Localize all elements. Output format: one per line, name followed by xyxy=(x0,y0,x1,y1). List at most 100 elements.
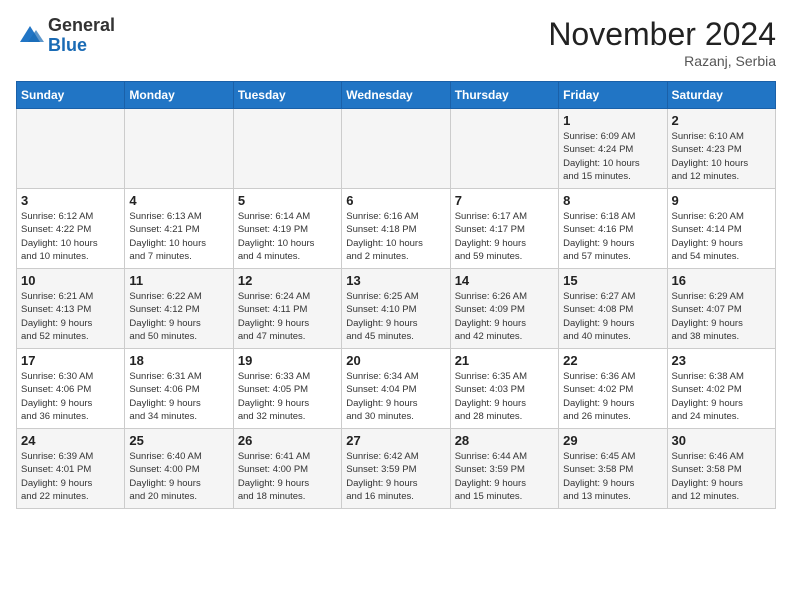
day-info: Sunrise: 6:46 AM Sunset: 3:58 PM Dayligh… xyxy=(672,450,771,503)
weekday-header-row: SundayMondayTuesdayWednesdayThursdayFrid… xyxy=(17,82,776,109)
day-number: 9 xyxy=(672,193,771,208)
day-number: 17 xyxy=(21,353,120,368)
day-info: Sunrise: 6:18 AM Sunset: 4:16 PM Dayligh… xyxy=(563,210,662,263)
day-number: 11 xyxy=(129,273,228,288)
day-info: Sunrise: 6:12 AM Sunset: 4:22 PM Dayligh… xyxy=(21,210,120,263)
day-number: 14 xyxy=(455,273,554,288)
calendar-day-cell: 24 Sunrise: 6:39 AM Sunset: 4:01 PM Dayli… xyxy=(17,429,125,509)
day-number: 5 xyxy=(238,193,337,208)
day-info: Sunrise: 6:14 AM Sunset: 4:19 PM Dayligh… xyxy=(238,210,337,263)
day-number: 8 xyxy=(563,193,662,208)
calendar-week-row: 17Sunrise: 6:30 AM Sunset: 4:06 PM Dayli… xyxy=(17,349,776,429)
logo-icon xyxy=(16,22,44,50)
day-number: 2 xyxy=(672,113,771,128)
day-info: Sunrise: 6:41 AM Sunset: 4:00 PM Dayligh… xyxy=(238,450,337,503)
calendar-day-cell: 22 Sunrise: 6:36 AM Sunset: 4:02 PM Dayli… xyxy=(559,349,667,429)
calendar-day-cell: 25 Sunrise: 6:40 AM Sunset: 4:00 PM Dayli… xyxy=(125,429,233,509)
title-block: November 2024 Razanj, Serbia xyxy=(548,16,776,69)
calendar-week-row: 10 Sunrise: 6:21 AM Sunset: 4:13 PM Dayli… xyxy=(17,269,776,349)
day-number: 23 xyxy=(672,353,771,368)
calendar-week-row: 24 Sunrise: 6:39 AM Sunset: 4:01 PM Dayli… xyxy=(17,429,776,509)
calendar-day-cell: 16 Sunrise: 6:29 AM Sunset: 4:07 PM Dayli… xyxy=(667,269,775,349)
day-number: 13 xyxy=(346,273,445,288)
day-info: Sunrise: 6:39 AM Sunset: 4:01 PM Dayligh… xyxy=(21,450,120,503)
calendar-day-cell: 20 Sunrise: 6:34 AM Sunset: 4:04 PM Dayli… xyxy=(342,349,450,429)
day-number: 7 xyxy=(455,193,554,208)
calendar-body: 1Sunrise: 6:09 AM Sunset: 4:24 PM Daylig… xyxy=(17,109,776,509)
calendar-day-cell: 3 Sunrise: 6:12 AM Sunset: 4:22 PM Daylig… xyxy=(17,189,125,269)
day-number: 18 xyxy=(129,353,228,368)
logo: General Blue xyxy=(16,16,115,56)
day-number: 26 xyxy=(238,433,337,448)
day-number: 24 xyxy=(21,433,120,448)
day-number: 28 xyxy=(455,433,554,448)
weekday-header-cell: Thursday xyxy=(450,82,558,109)
weekday-header-cell: Monday xyxy=(125,82,233,109)
calendar-day-cell: 18 Sunrise: 6:31 AM Sunset: 4:06 PM Dayli… xyxy=(125,349,233,429)
page-header: General Blue November 2024 Razanj, Serbi… xyxy=(16,16,776,69)
calendar-week-row: 1Sunrise: 6:09 AM Sunset: 4:24 PM Daylig… xyxy=(17,109,776,189)
day-info: Sunrise: 6:24 AM Sunset: 4:11 PM Dayligh… xyxy=(238,290,337,343)
calendar-table: SundayMondayTuesdayWednesdayThursdayFrid… xyxy=(16,81,776,509)
day-info: Sunrise: 6:40 AM Sunset: 4:00 PM Dayligh… xyxy=(129,450,228,503)
weekday-header-cell: Sunday xyxy=(17,82,125,109)
day-number: 16 xyxy=(672,273,771,288)
calendar-day-cell: 29 Sunrise: 6:45 AM Sunset: 3:58 PM Dayli… xyxy=(559,429,667,509)
weekday-header-cell: Saturday xyxy=(667,82,775,109)
calendar-day-cell xyxy=(342,109,450,189)
calendar-day-cell: 1Sunrise: 6:09 AM Sunset: 4:24 PM Daylig… xyxy=(559,109,667,189)
location-subtitle: Razanj, Serbia xyxy=(548,53,776,69)
month-title: November 2024 xyxy=(548,16,776,53)
day-info: Sunrise: 6:38 AM Sunset: 4:02 PM Dayligh… xyxy=(672,370,771,423)
day-number: 6 xyxy=(346,193,445,208)
day-info: Sunrise: 6:36 AM Sunset: 4:02 PM Dayligh… xyxy=(563,370,662,423)
calendar-day-cell: 27 Sunrise: 6:42 AM Sunset: 3:59 PM Dayli… xyxy=(342,429,450,509)
day-number: 19 xyxy=(238,353,337,368)
day-info: Sunrise: 6:10 AM Sunset: 4:23 PM Dayligh… xyxy=(672,130,771,183)
day-info: Sunrise: 6:16 AM Sunset: 4:18 PM Dayligh… xyxy=(346,210,445,263)
calendar-day-cell xyxy=(233,109,341,189)
calendar-day-cell: 12 Sunrise: 6:24 AM Sunset: 4:11 PM Dayli… xyxy=(233,269,341,349)
day-info: Sunrise: 6:26 AM Sunset: 4:09 PM Dayligh… xyxy=(455,290,554,343)
day-info: Sunrise: 6:13 AM Sunset: 4:21 PM Dayligh… xyxy=(129,210,228,263)
day-info: Sunrise: 6:22 AM Sunset: 4:12 PM Dayligh… xyxy=(129,290,228,343)
day-info: Sunrise: 6:31 AM Sunset: 4:06 PM Dayligh… xyxy=(129,370,228,423)
calendar-day-cell: 28Sunrise: 6:44 AM Sunset: 3:59 PM Dayli… xyxy=(450,429,558,509)
day-info: Sunrise: 6:34 AM Sunset: 4:04 PM Dayligh… xyxy=(346,370,445,423)
day-info: Sunrise: 6:45 AM Sunset: 3:58 PM Dayligh… xyxy=(563,450,662,503)
day-number: 15 xyxy=(563,273,662,288)
calendar-day-cell: 2 Sunrise: 6:10 AM Sunset: 4:23 PM Daylig… xyxy=(667,109,775,189)
calendar-day-cell: 10 Sunrise: 6:21 AM Sunset: 4:13 PM Dayli… xyxy=(17,269,125,349)
calendar-day-cell: 15 Sunrise: 6:27 AM Sunset: 4:08 PM Dayli… xyxy=(559,269,667,349)
day-info: Sunrise: 6:21 AM Sunset: 4:13 PM Dayligh… xyxy=(21,290,120,343)
calendar-day-cell xyxy=(125,109,233,189)
day-info: Sunrise: 6:20 AM Sunset: 4:14 PM Dayligh… xyxy=(672,210,771,263)
day-number: 1 xyxy=(563,113,662,128)
day-number: 29 xyxy=(563,433,662,448)
calendar-day-cell xyxy=(17,109,125,189)
weekday-header-cell: Friday xyxy=(559,82,667,109)
logo-text: General Blue xyxy=(48,16,115,56)
day-number: 25 xyxy=(129,433,228,448)
calendar-day-cell: 7Sunrise: 6:17 AM Sunset: 4:17 PM Daylig… xyxy=(450,189,558,269)
day-info: Sunrise: 6:42 AM Sunset: 3:59 PM Dayligh… xyxy=(346,450,445,503)
calendar-day-cell: 23 Sunrise: 6:38 AM Sunset: 4:02 PM Dayli… xyxy=(667,349,775,429)
day-number: 22 xyxy=(563,353,662,368)
calendar-day-cell: 6 Sunrise: 6:16 AM Sunset: 4:18 PM Daylig… xyxy=(342,189,450,269)
calendar-day-cell: 5 Sunrise: 6:14 AM Sunset: 4:19 PM Daylig… xyxy=(233,189,341,269)
day-number: 30 xyxy=(672,433,771,448)
calendar-day-cell: 17Sunrise: 6:30 AM Sunset: 4:06 PM Dayli… xyxy=(17,349,125,429)
day-info: Sunrise: 6:29 AM Sunset: 4:07 PM Dayligh… xyxy=(672,290,771,343)
calendar-day-cell: 26 Sunrise: 6:41 AM Sunset: 4:00 PM Dayli… xyxy=(233,429,341,509)
calendar-day-cell: 30 Sunrise: 6:46 AM Sunset: 3:58 PM Dayli… xyxy=(667,429,775,509)
day-info: Sunrise: 6:25 AM Sunset: 4:10 PM Dayligh… xyxy=(346,290,445,343)
day-info: Sunrise: 6:27 AM Sunset: 4:08 PM Dayligh… xyxy=(563,290,662,343)
day-number: 27 xyxy=(346,433,445,448)
day-number: 10 xyxy=(21,273,120,288)
day-number: 21 xyxy=(455,353,554,368)
day-number: 3 xyxy=(21,193,120,208)
day-number: 12 xyxy=(238,273,337,288)
day-info: Sunrise: 6:33 AM Sunset: 4:05 PM Dayligh… xyxy=(238,370,337,423)
calendar-day-cell: 9 Sunrise: 6:20 AM Sunset: 4:14 PM Daylig… xyxy=(667,189,775,269)
day-number: 20 xyxy=(346,353,445,368)
